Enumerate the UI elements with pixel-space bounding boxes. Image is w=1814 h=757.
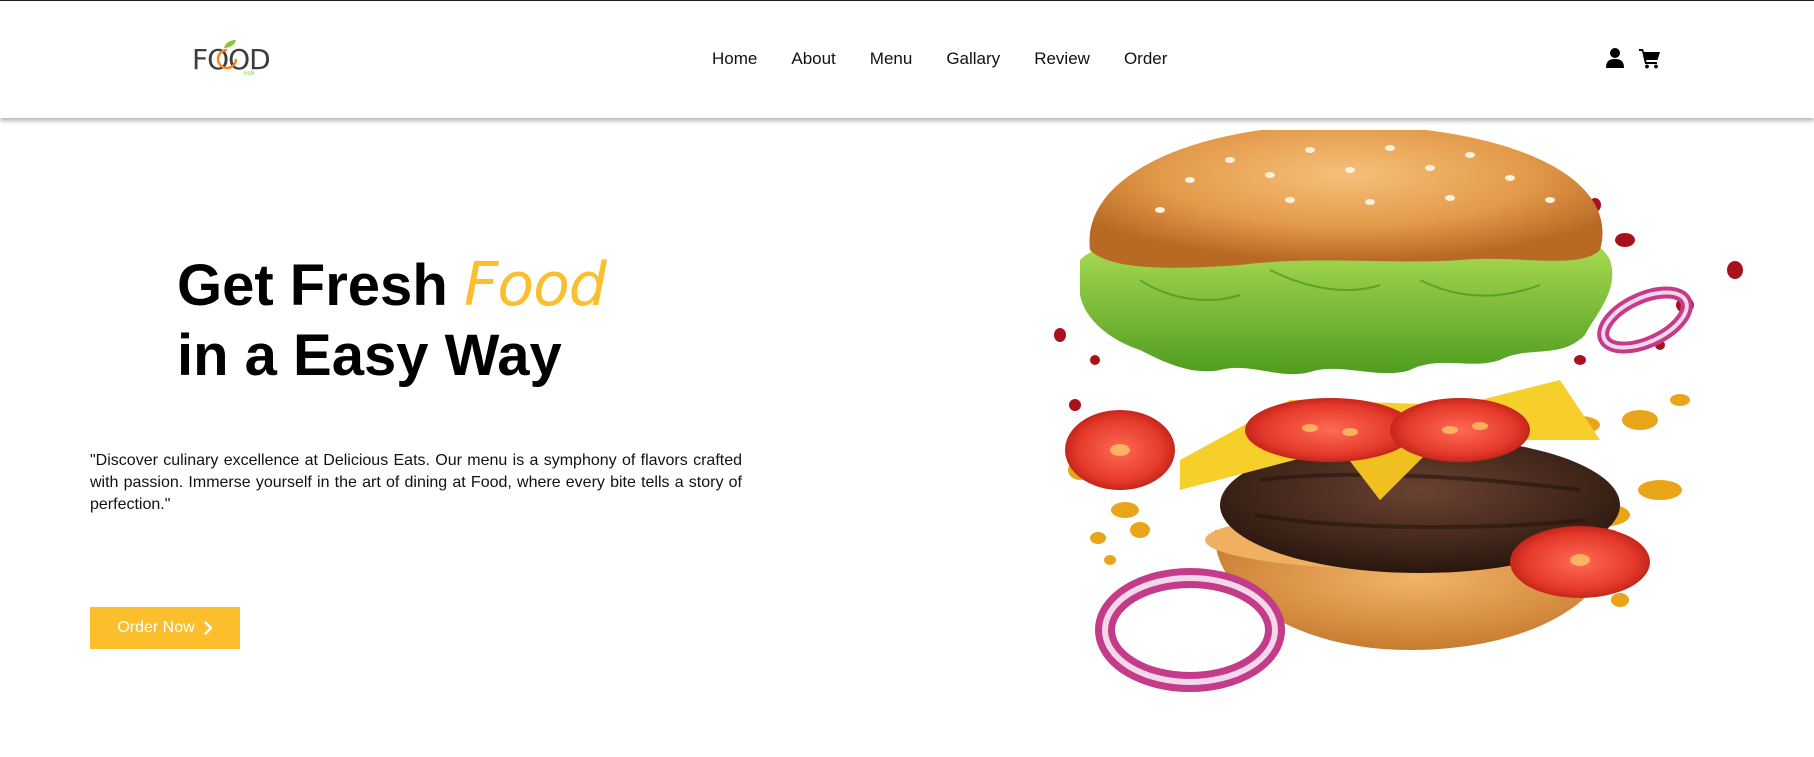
brand-logo[interactable]: FOOD HUB xyxy=(192,39,272,83)
hero-title: Get Fresh Food in a Easy Way xyxy=(177,250,607,391)
nav-home[interactable]: Home xyxy=(700,47,774,71)
hero-description: "Discover culinary excellence at Delicio… xyxy=(90,452,742,513)
nav-gallary[interactable]: Gallary xyxy=(929,47,1017,71)
user-icon[interactable] xyxy=(1605,47,1625,69)
logo-orange-ring xyxy=(216,48,238,70)
nav-order[interactable]: Order xyxy=(1107,47,1184,71)
burger-image xyxy=(1054,130,1743,692)
site-header: FOOD HUB Home About Menu Gallary Review … xyxy=(0,1,1814,118)
order-now-label: Order Now xyxy=(117,619,195,636)
chevron-right-icon xyxy=(203,621,212,635)
hero-title-accent: Food xyxy=(463,250,607,320)
order-now-button[interactable]: Order Now xyxy=(90,607,240,649)
hero-title-part1: Get Fresh xyxy=(177,253,448,318)
hero-title-line2: in a Easy Way xyxy=(177,323,562,388)
logo-subtext: HUB xyxy=(244,71,255,77)
nav-menu[interactable]: Menu xyxy=(853,47,930,71)
main-nav: Home About Menu Gallary Review Order xyxy=(700,47,1184,71)
cart-icon[interactable] xyxy=(1639,47,1660,69)
header-actions xyxy=(1605,47,1660,69)
nav-review[interactable]: Review xyxy=(1017,47,1107,71)
nav-about[interactable]: About xyxy=(774,47,852,71)
